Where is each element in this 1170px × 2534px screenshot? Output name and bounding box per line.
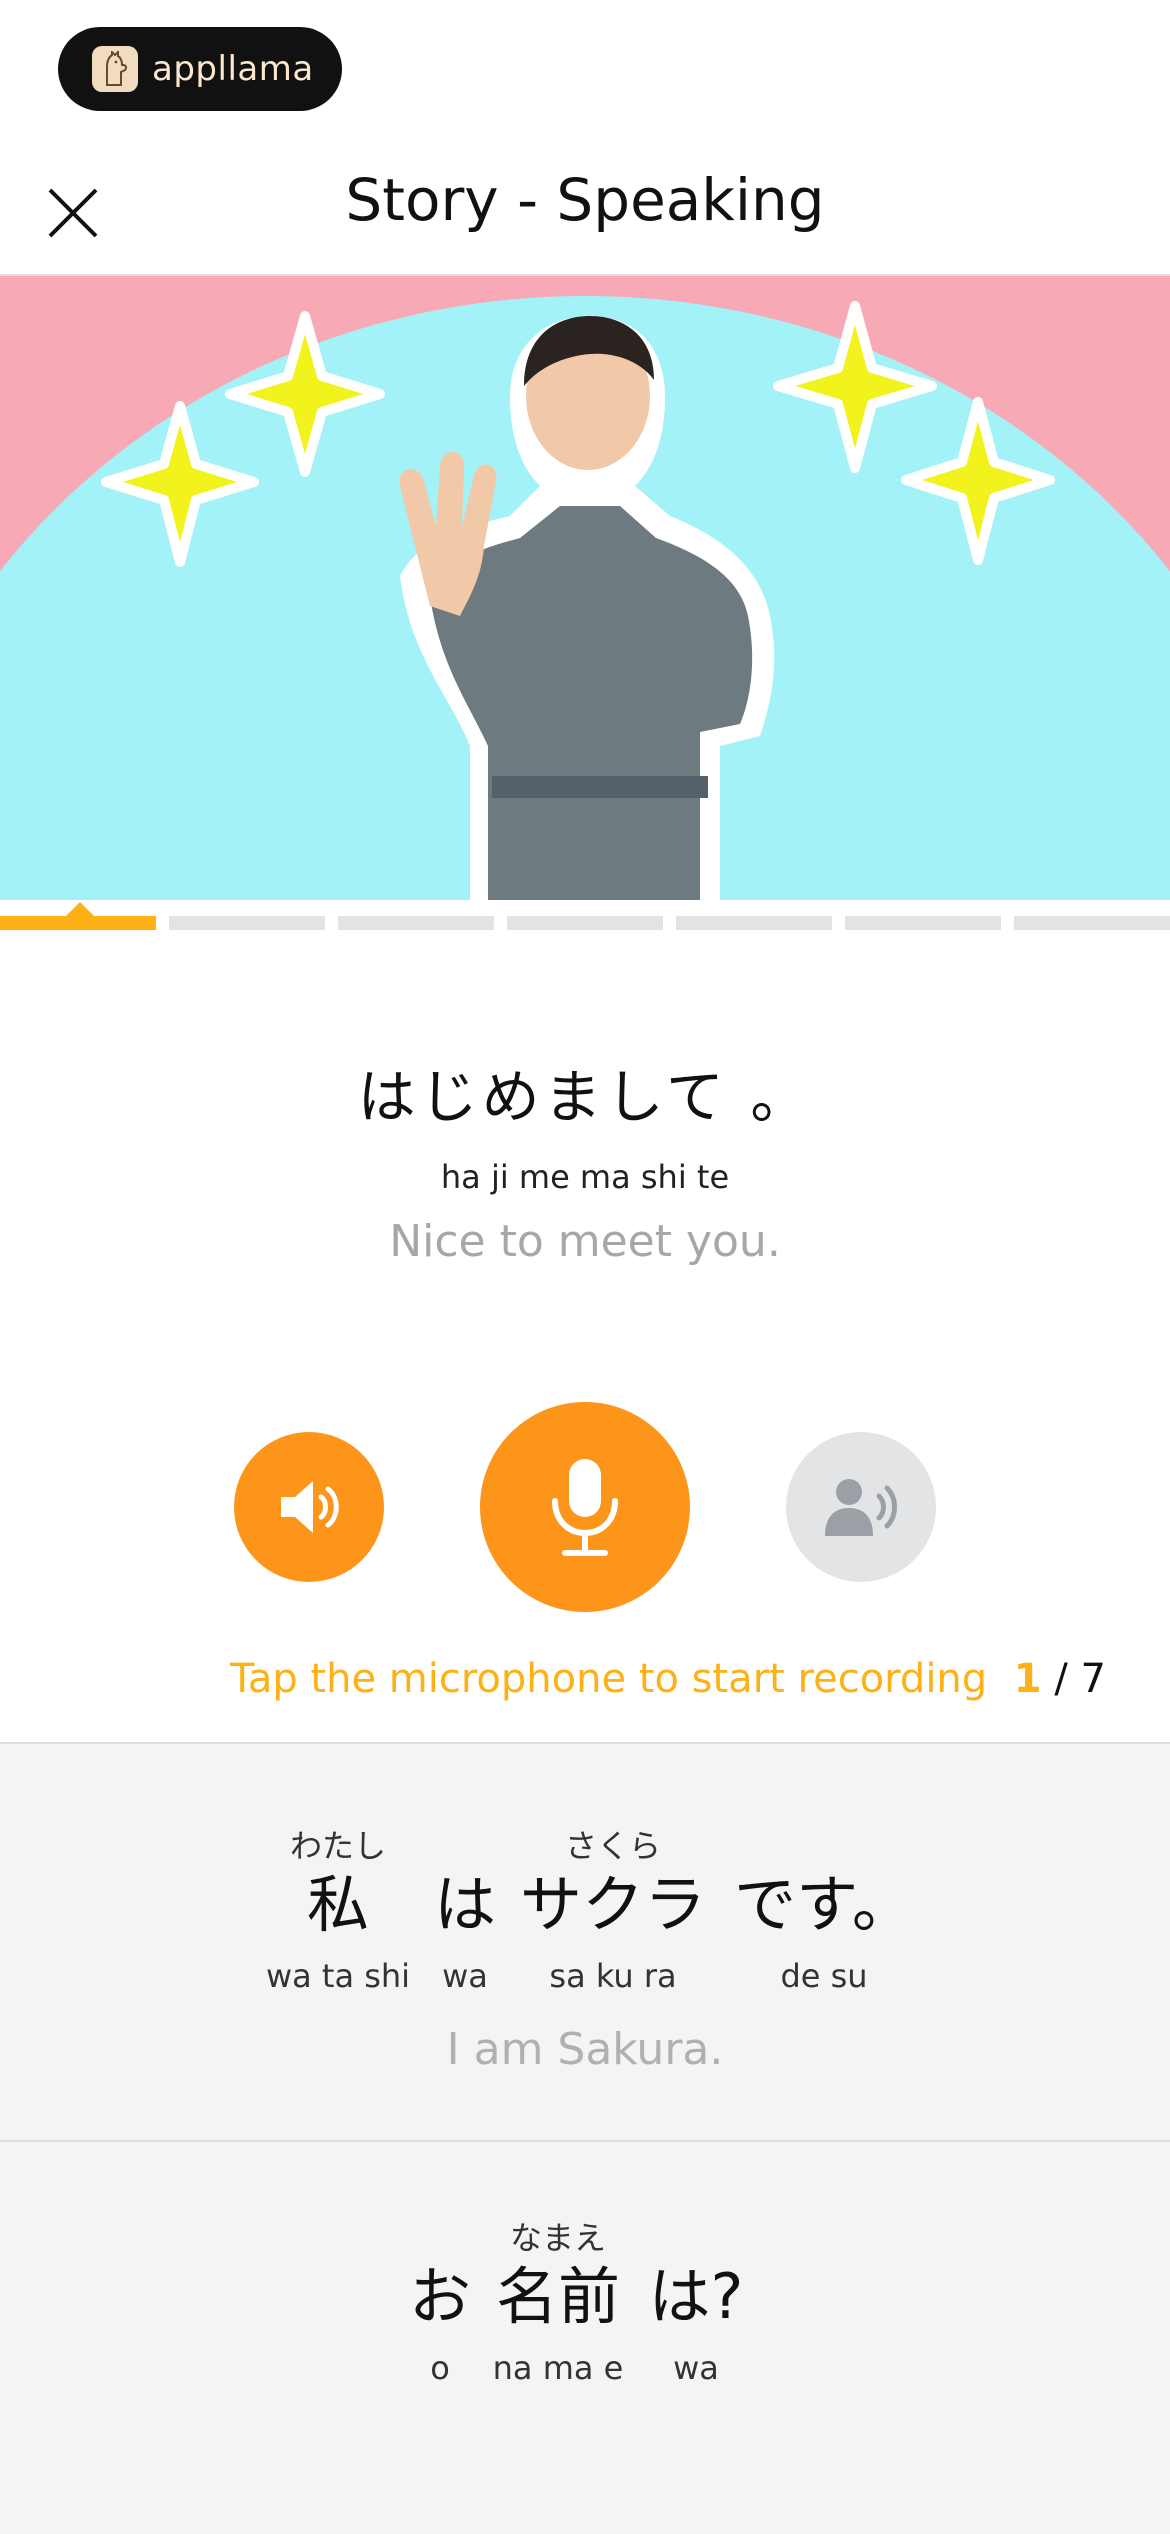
word-text: お: [408, 2260, 471, 2333]
progress-segment[interactable]: [1014, 916, 1170, 930]
app-logo: appllama: [58, 27, 342, 111]
word: お o: [400, 2218, 480, 2390]
story-illustration: [0, 276, 1170, 900]
top-bar: Story - Speaking: [0, 140, 1170, 276]
sentence-romaji: ha ji me ma shi te: [440, 1158, 730, 1196]
word: さくら サクラ sa ku ra: [518, 1826, 708, 1998]
word-text: は?: [648, 2260, 744, 2333]
word-text: サクラ: [519, 1868, 706, 1941]
word-ruby: [420, 1826, 510, 1866]
word: は? wa: [636, 2218, 756, 2390]
word-text: です。: [734, 1868, 914, 1941]
counter-current: 1: [1013, 1656, 1042, 1702]
word-ruby: さくら: [564, 1827, 661, 1865]
progress-segment[interactable]: [338, 916, 494, 930]
page-title: Story - Speaking: [345, 166, 825, 234]
word-ruby: [724, 1826, 924, 1866]
sentence-card[interactable]: わたし 私 wa ta shi は wa さくら サクラ sa ku ra です…: [0, 1742, 1170, 2140]
record-button[interactable]: [480, 1402, 690, 1612]
llama-icon: [92, 46, 138, 92]
word: は wa: [420, 1826, 510, 1998]
word-ruby: [400, 2218, 480, 2258]
progress-segment[interactable]: [845, 916, 1001, 930]
word-text: 名前: [495, 2260, 620, 2333]
progress-segment[interactable]: [169, 916, 325, 930]
progress-segment[interactable]: [507, 916, 663, 930]
speaker-icon: [281, 1481, 339, 1533]
word: わたし 私 wa ta shi: [258, 1826, 418, 1998]
sentence-counter: 1 / 7: [1014, 1656, 1106, 1702]
play-audio-button[interactable]: [234, 1432, 384, 1582]
sentence-translation: Nice to meet you.: [389, 1216, 781, 1267]
word-text: は: [433, 1868, 496, 1941]
microphone-icon: [552, 1459, 618, 1556]
sentence-japanese: はじめまして 。: [357, 1063, 813, 1131]
word: です。 de su: [724, 1826, 924, 1998]
progress-segment[interactable]: [0, 916, 156, 930]
word-romaji: wa: [442, 1957, 488, 1995]
word-romaji: o: [430, 2349, 450, 2387]
current-sentence: はじめまして 。 ha ji me ma shi te Nice to meet…: [0, 1050, 1170, 1267]
word-romaji: de su: [780, 1957, 868, 1995]
word-romaji: wa ta shi: [265, 1957, 411, 1995]
word-ruby: なまえ: [509, 2219, 606, 2257]
user-voice-icon: [825, 1479, 897, 1536]
sentence-card[interactable]: お o なまえ 名前 na ma e は? wa: [0, 2140, 1170, 2534]
progress-pointer: [66, 902, 94, 916]
progress-segment[interactable]: [676, 916, 832, 930]
story-progress: [0, 916, 1170, 930]
counter-total: / 7: [1054, 1656, 1106, 1702]
word-romaji: wa: [673, 2349, 719, 2387]
brand-name: appllama: [152, 49, 314, 89]
word-ruby: わたし: [289, 1827, 386, 1865]
recording-hint: Tap the microphone to start recording: [230, 1656, 988, 1702]
word-ruby: [636, 2218, 756, 2258]
playback-recording-button[interactable]: [786, 1432, 936, 1582]
word-romaji: na ma e: [492, 2349, 624, 2387]
word-romaji: sa ku ra: [549, 1957, 677, 1995]
word-text: 私: [306, 1868, 369, 1941]
sentence-translation: I am Sakura.: [446, 2024, 724, 2075]
word: なまえ 名前 na ma e: [488, 2218, 628, 2390]
